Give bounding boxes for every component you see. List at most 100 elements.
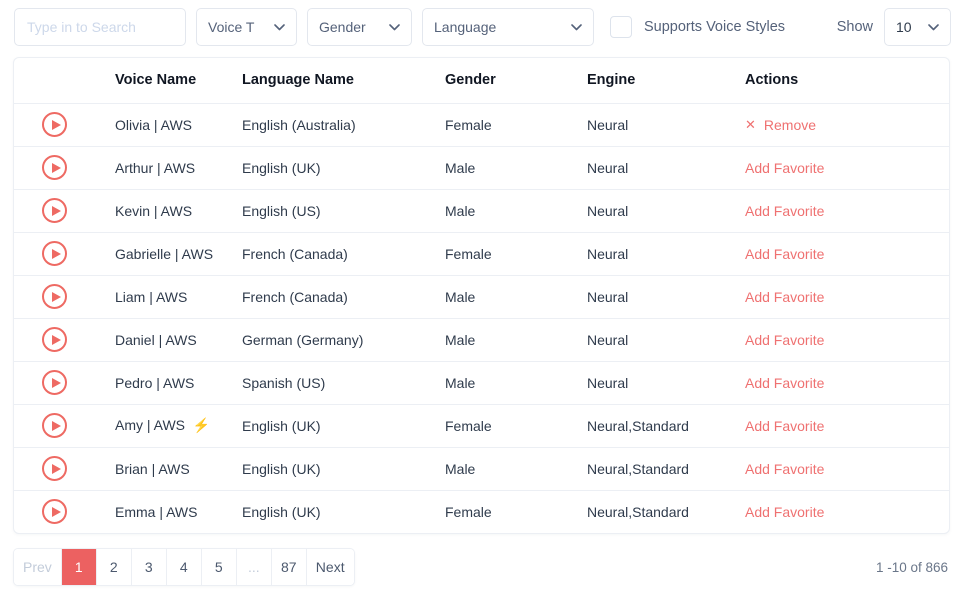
cell-play [14,404,102,447]
add-favorite-button[interactable]: Add Favorite [745,332,824,348]
action-label: Add Favorite [745,289,824,305]
voice-name-label: Pedro | AWS  [115,375,198,391]
cell-gender: Male [445,275,587,318]
table-row: Olivia | AWS  English (Australia) Female N… [14,103,949,146]
table-row: Liam | AWS  French (Canada) Male Neural Add… [14,275,949,318]
show-count-select-label: 10 [896,19,912,35]
cell-play [14,189,102,232]
gender-label: Female [445,504,492,520]
table-row: Gabrielle | AWS  French (Canada) Female Ne… [14,232,949,275]
gender-select-label: Gender [319,19,366,35]
gender-label: Male [445,203,475,219]
language-label: French (Canada) [242,246,348,262]
engine-label: Neural,Standard [587,461,689,477]
cell-engine: Neural [587,361,745,404]
supports-voice-styles-label: Supports Voice Styles [644,19,785,35]
pagination[interactable]: Prev 1 2 3 4 5... 87 Next [13,548,355,586]
play-triangle-icon [52,163,61,173]
add-favorite-button[interactable]: Add Favorite [745,203,824,219]
play-icon[interactable] [42,370,67,395]
action-label: Add Favorite [745,418,824,434]
table-row: Emma | AWS  English (UK) Female Neural,Sta… [14,490,949,533]
play-icon[interactable] [42,327,67,352]
add-favorite-button[interactable]: Add Favorite [745,461,824,477]
supports-voice-styles-checkbox[interactable] [610,16,632,38]
play-icon[interactable] [42,155,67,180]
gender-select[interactable]: Gender [307,8,412,46]
table-row: Amy | AWS  ⚡ English (UK) Female Neural,St… [14,404,949,447]
play-icon[interactable] [42,112,67,137]
play-icon[interactable] [42,198,67,223]
voice-name-label: Liam | AWS  [115,289,191,305]
add-favorite-button[interactable]: Add Favorite [745,375,824,391]
cell-engine: Neural [587,103,745,146]
table-row: Arthur | AWS  English (UK) Male Neural Add … [14,146,949,189]
table-row: Kevin | AWS  English (US) Male Neural Add F… [14,189,949,232]
engine-label: Neural [587,160,628,176]
action-label: Add Favorite [745,246,824,262]
engine-label: Neural,Standard [587,504,689,520]
supports-voice-styles-checkbox-group[interactable]: Supports Voice Styles [610,16,785,38]
table-header: Voice Name Language Name Gender Engine A… [14,58,949,103]
cell-play [14,447,102,490]
column-header-play [14,58,102,103]
pagination-item-next[interactable]: Next [307,549,354,585]
pagination-item-2[interactable]: 2 [97,549,132,585]
pagination-item-1[interactable]: 1 [62,549,97,585]
pagination-item-5[interactable]: 5 [202,549,237,585]
play-icon[interactable] [42,499,67,524]
cell-voice-name: Brian | AWS  [102,447,242,490]
cell-actions: Add Favorite [745,447,949,490]
cell-gender: Female [445,490,587,533]
cell-actions: Add Favorite [745,404,949,447]
add-favorite-button[interactable]: Add Favorite [745,504,824,520]
chevron-down-icon [375,24,400,31]
cell-voice-name: Amy | AWS  ⚡ [102,404,242,447]
cell-language-name: German (Germany) [242,318,445,361]
cell-voice-name: Liam | AWS  [102,275,242,318]
add-favorite-button[interactable]: Add Favorite [745,246,824,262]
voices-table: Voice Name Language Name Gender Engine A… [14,58,949,533]
cell-language-name: English (UK) [242,146,445,189]
language-label: Spanish (US) [242,375,325,391]
cell-engine: Neural,Standard [587,447,745,490]
search-input[interactable] [14,8,186,46]
pagination-item-3[interactable]: 3 [132,549,167,585]
cell-gender: Male [445,146,587,189]
gender-label: Female [445,117,492,133]
voice-name-label: Kevin | AWS  [115,203,196,219]
add-favorite-button[interactable]: Add Favorite [745,289,824,305]
cell-language-name: English (UK) [242,447,445,490]
voice-name-label: Amy | AWS  ⚡ [115,417,210,433]
cell-engine: Neural [587,232,745,275]
action-label: Add Favorite [745,461,824,477]
language-label: French (Canada) [242,289,348,305]
play-triangle-icon [52,464,61,474]
action-label: Remove [764,117,816,133]
play-triangle-icon [52,421,61,431]
cell-engine: Neural [587,146,745,189]
column-header-gender: Gender [445,58,587,103]
remove-favorite-button[interactable]: ✕ Remove [745,117,816,133]
play-icon[interactable] [42,456,67,481]
add-favorite-button[interactable]: Add Favorite [745,160,824,176]
action-label: Add Favorite [745,375,824,391]
add-favorite-button[interactable]: Add Favorite [745,418,824,434]
gender-label: Male [445,332,475,348]
cell-language-name: French (Canada) [242,232,445,275]
show-count-select[interactable]: 10 [884,8,951,46]
pagination-item-87[interactable]: 87 [272,549,307,585]
engine-label: Neural [587,332,628,348]
language-select[interactable]: Language [422,8,594,46]
cell-voice-name: Gabrielle | AWS  [102,232,242,275]
play-triangle-icon [52,507,61,517]
play-icon[interactable] [42,241,67,266]
voice-type-select[interactable]: Voice T [196,8,297,46]
cell-language-name: English (UK) [242,490,445,533]
play-icon[interactable] [42,413,67,438]
play-icon[interactable] [42,284,67,309]
pagination-item-4[interactable]: 4 [167,549,202,585]
cell-voice-name: Arthur | AWS  [102,146,242,189]
cell-play [14,103,102,146]
language-label: English (UK) [242,160,321,176]
